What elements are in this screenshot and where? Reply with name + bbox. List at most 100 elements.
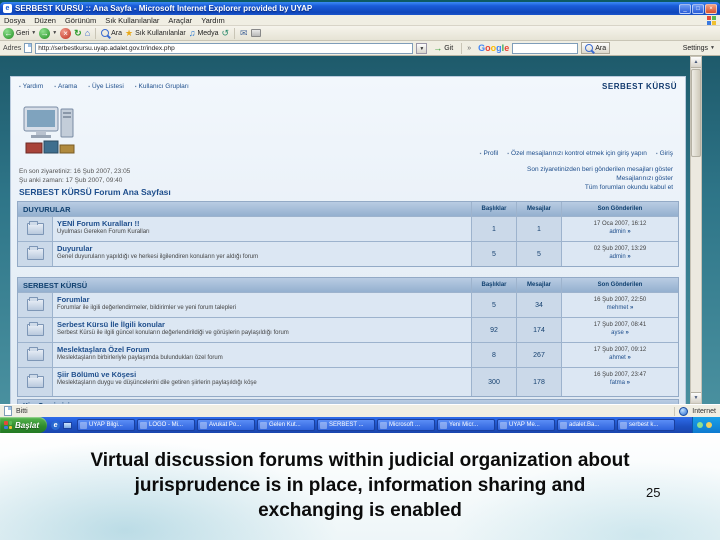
forum-title-link[interactable]: Duyurular (57, 244, 467, 253)
folder-icon (26, 246, 44, 260)
view-latest-post-icon[interactable]: » (630, 305, 633, 311)
taskbar-window-button[interactable]: Microsoft ... (377, 419, 436, 431)
forum-nav-uye-listesi[interactable]: ▪ Üye Listesi (88, 83, 124, 90)
menu-gorunum[interactable]: Görünüm (65, 16, 96, 25)
taskbar-window-button[interactable]: UYAP Bilgi... (77, 419, 136, 431)
menu-araclar[interactable]: Araçlar (168, 16, 192, 25)
mark-all-forums-read-link[interactable]: Tüm forumları okundu kabul et (527, 183, 673, 192)
close-button[interactable]: × (705, 3, 717, 14)
google-settings-button[interactable]: Settings ▼ (683, 45, 717, 52)
current-time-text: Şu anki zaman: 17 Şub 2007, 09:40 (19, 177, 123, 184)
google-search-input[interactable] (512, 42, 579, 54)
taskbar-window-button[interactable]: Gelen Kut... (257, 419, 316, 431)
maximize-button[interactable]: □ (692, 3, 704, 14)
last-post-user-link[interactable]: fatma (610, 380, 625, 386)
taskbar-window-button[interactable]: Yeni Micr... (437, 419, 496, 431)
tray-status-icon[interactable] (706, 422, 712, 428)
links-chevron-icon[interactable]: » (467, 45, 471, 52)
column-header-topics: Başlıklar (472, 202, 516, 216)
forum-row: Duyurular Genel duyuruların yapıldığı ve… (53, 242, 471, 266)
menu-duzen[interactable]: Düzen (34, 16, 56, 25)
google-logo: G o o g l e (478, 43, 510, 53)
address-input[interactable] (35, 42, 414, 54)
forum-title-link[interactable]: Meslektaşlara Özel Forum (57, 345, 467, 354)
forum-description: Meslektaşların birbirleriyle paylaşımda … (57, 355, 223, 361)
tray-status-icon[interactable] (697, 422, 703, 428)
forward-button[interactable]: → ▼ (39, 27, 57, 39)
last-post-user-link[interactable]: mehmet (607, 305, 629, 311)
last-post-user-link[interactable]: admin (609, 254, 625, 260)
view-latest-post-icon[interactable]: » (627, 254, 630, 260)
ie-window-icon: e (3, 4, 12, 13)
show-desktop-icon[interactable] (63, 421, 73, 429)
taskbar-window-button[interactable]: serbest k... (617, 419, 676, 431)
minimize-button[interactable]: _ (679, 3, 691, 14)
mail-button[interactable]: ✉ (240, 28, 248, 39)
media-button[interactable]: ♫ Medya (189, 28, 219, 38)
forum-title-link[interactable]: Şiir Bölümü ve Köşesi (57, 370, 467, 379)
bullet-icon: ▪ (479, 150, 482, 157)
forum-title-link[interactable]: Forumlar (57, 295, 467, 304)
forward-dropdown-icon[interactable]: ▼ (52, 30, 57, 36)
back-button[interactable]: ← Geri ▼ (3, 27, 36, 39)
forum-row: Forumlar Forumlar ile ilgili değerlendir… (53, 293, 471, 317)
favorites-button[interactable]: ★ Sık Kullanılanlar (125, 28, 186, 39)
ie-quick-launch-icon[interactable]: e (51, 420, 61, 430)
forum-index-title-link[interactable]: SERBEST KÜRSÜ Forum Ana Sayfası (19, 187, 171, 197)
taskbar-window-button[interactable]: adalet.Ba... (557, 419, 616, 431)
taskbar-window-button[interactable]: SERBEST ... (317, 419, 376, 431)
start-button[interactable]: Başlat (0, 417, 48, 433)
forum-description: Uyulması Gereken Forum Kuralları (57, 229, 150, 235)
window-controls: _ □ × (679, 3, 717, 14)
home-button[interactable]: ⌂ (85, 28, 90, 38)
last-post-user-link[interactable]: admin (609, 229, 625, 235)
address-bar-row: Adres ▼ → Git » G o o g l e Ara (0, 41, 720, 56)
menu-sik-kullanilanlar[interactable]: Sık Kullanılanlar (105, 16, 159, 25)
address-dropdown-button[interactable]: ▼ (416, 42, 428, 54)
private-messages-link[interactable]: ▪ Özel mesajlarınızı kontrol etmek için … (507, 150, 647, 157)
bullet-icon: ▪ (54, 83, 57, 90)
view-latest-post-icon[interactable]: » (628, 355, 631, 361)
view-latest-post-icon[interactable]: » (626, 330, 629, 336)
back-dropdown-icon[interactable]: ▼ (31, 30, 36, 36)
forum-title-link[interactable]: YENİ Forum Kuralları !! (57, 219, 467, 228)
scroll-up-arrow[interactable]: ▲ (691, 57, 701, 68)
stop-button[interactable]: × (60, 27, 72, 39)
go-button[interactable]: → Git (430, 42, 456, 54)
taskbar-window-button[interactable]: Avukat Po... (197, 419, 256, 431)
forum-nav-kullanici-gruplari[interactable]: ▪ Kullanıcı Grupları (135, 83, 189, 90)
profile-link[interactable]: ▪ Profil (480, 150, 499, 157)
taskbar-window-button[interactable]: LOGO - Mi... (137, 419, 196, 431)
mail-icon: ✉ (240, 27, 248, 38)
app-icon (500, 421, 508, 429)
forum-row-icon-cell (18, 318, 52, 342)
forum-row: Meslektaşlara Özel Forum Meslektaşların … (53, 343, 471, 367)
taskbar-window-button[interactable]: UYAP Me... (497, 419, 556, 431)
print-button[interactable] (250, 29, 261, 37)
view-latest-post-icon[interactable]: » (627, 229, 630, 235)
last-post-user-link[interactable]: ahmet (609, 355, 626, 361)
view-posts-since-last-visit-link[interactable]: Son ziyaretinizden beri gönderilen mesaj… (527, 165, 673, 174)
scrollbar-thumb[interactable] (691, 69, 701, 157)
forum-title-link[interactable]: Serbest Kürsü İle İlgili konular (57, 320, 467, 329)
forum-nav-yardim[interactable]: ▪ Yardım (19, 83, 43, 90)
google-search-button[interactable]: Ara (581, 42, 611, 54)
menu-yardim[interactable]: Yardım (201, 16, 225, 25)
menu-dosya[interactable]: Dosya (4, 16, 25, 25)
scroll-down-arrow[interactable]: ▼ (691, 392, 701, 403)
forum-nav-arama[interactable]: ▪ Arama (54, 83, 77, 90)
last-post-user-link[interactable]: ayse (611, 330, 624, 336)
view-latest-post-icon[interactable]: » (627, 380, 630, 386)
bullet-icon: ▪ (134, 83, 137, 90)
forum-row-icon-cell (18, 293, 52, 317)
forum-description: Genel duyuruların yapıldığı ve herkesi i… (57, 254, 259, 260)
last-post-cell: 17 Şub 2007, 08:41 ayse » (562, 318, 678, 342)
search-button[interactable]: Ara (101, 29, 122, 37)
login-link[interactable]: ▪ Giriş (656, 150, 673, 157)
view-your-posts-link[interactable]: Mesajlarınızı göster (527, 174, 673, 183)
history-button[interactable]: ↺ (221, 28, 229, 39)
vertical-scrollbar[interactable]: ▲ ▼ (690, 56, 702, 404)
windows-flag-icon (4, 421, 12, 429)
refresh-button[interactable]: ↻ (74, 28, 82, 39)
forum-description: Serbest Kürsü ile ilgili güncel konuları… (57, 330, 289, 336)
